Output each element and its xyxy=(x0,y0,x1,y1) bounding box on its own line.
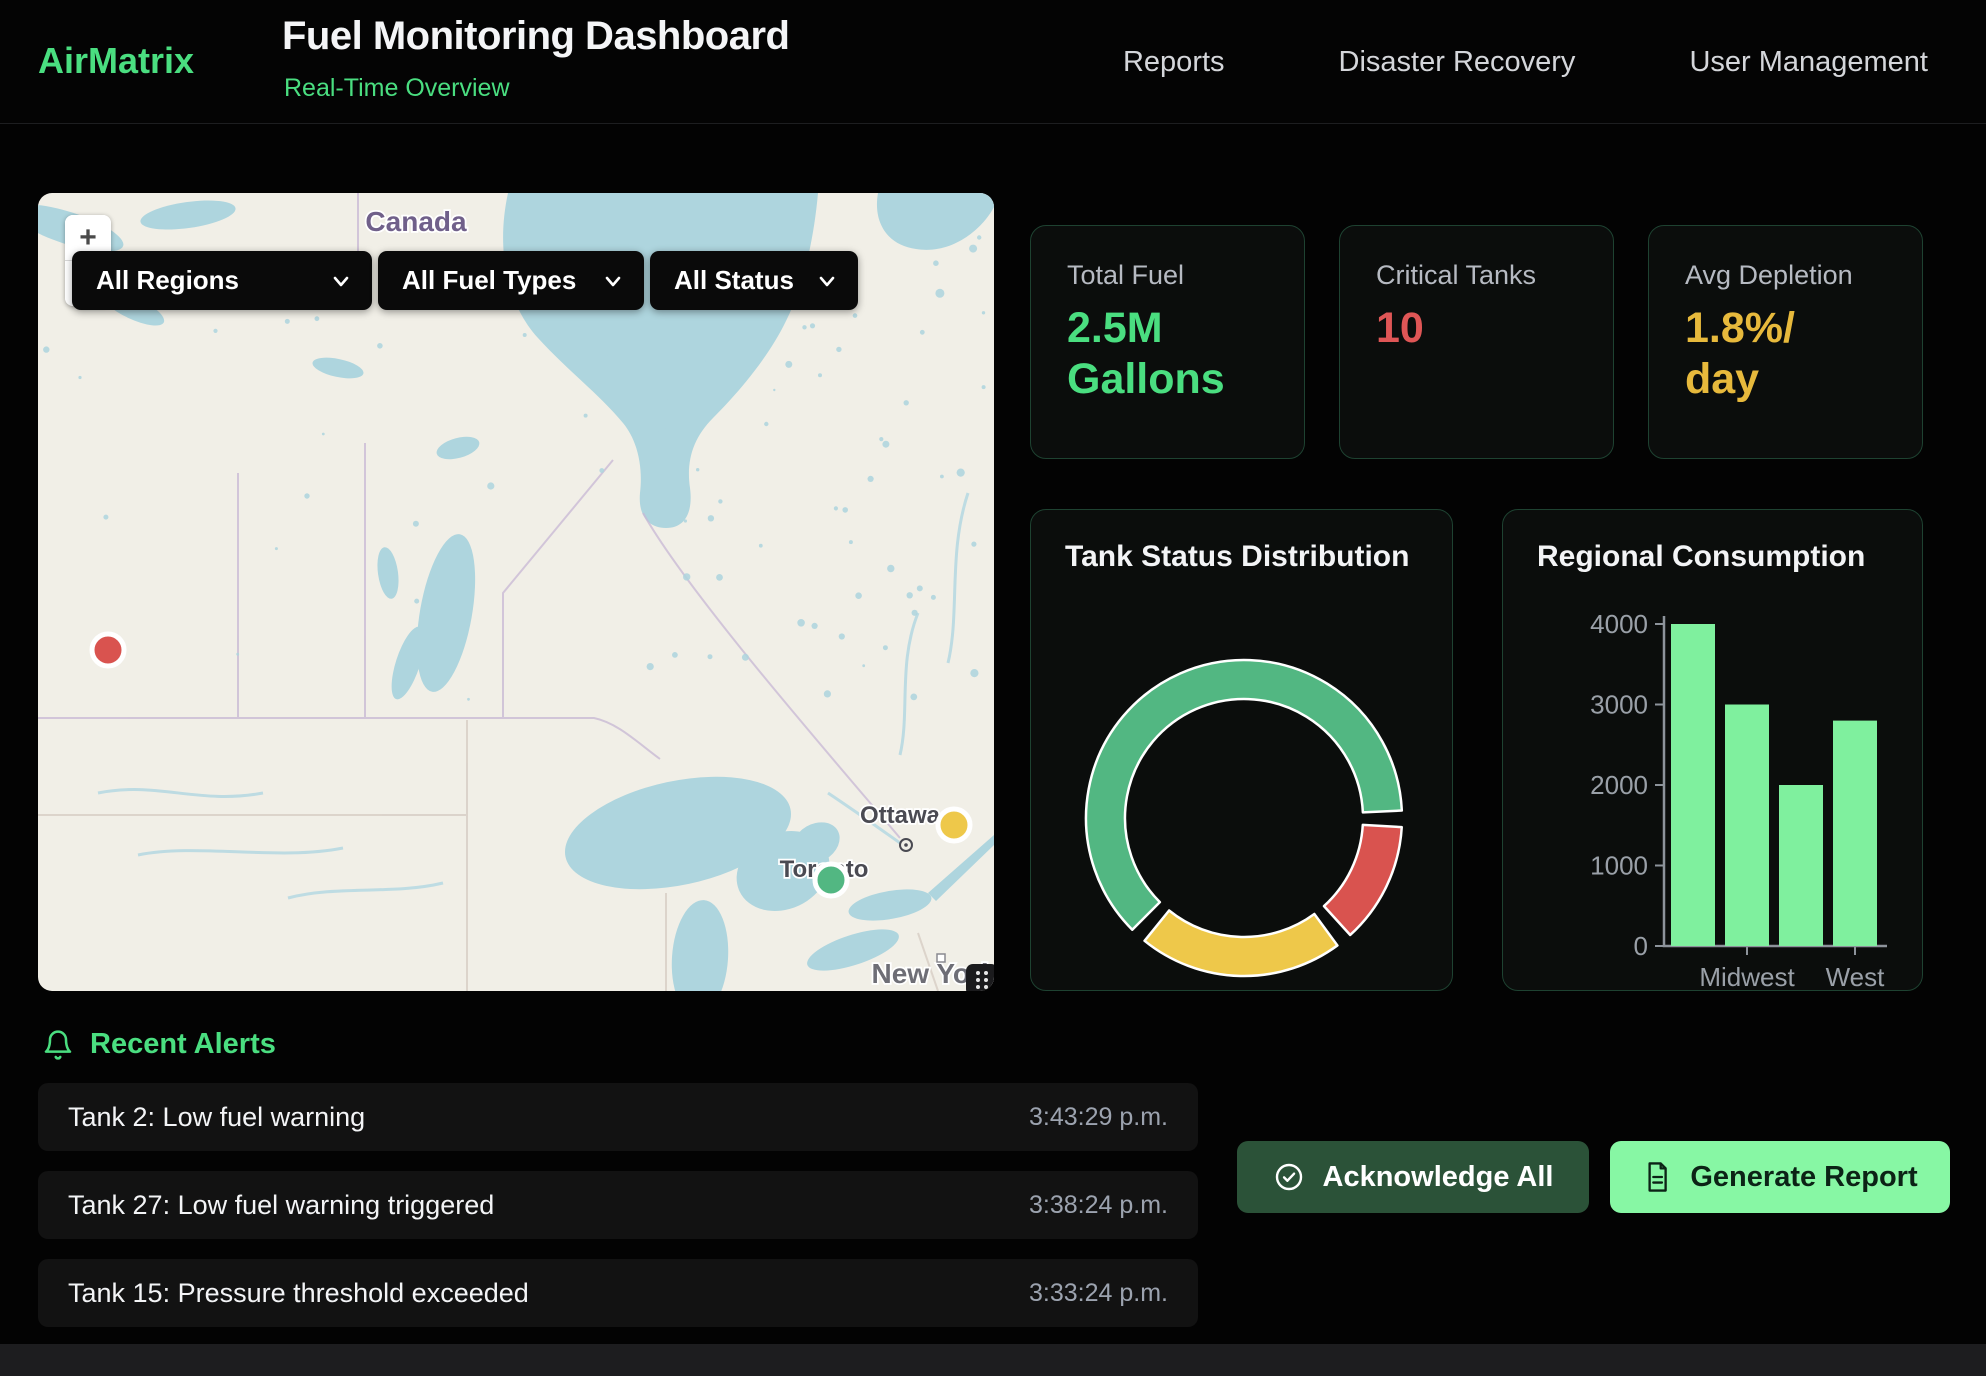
donut-segment-critical xyxy=(1324,825,1402,935)
bell-icon xyxy=(42,1029,74,1061)
kpi-value: 2.5MGallons xyxy=(1067,303,1268,404)
header: AirMatrix Fuel Monitoring Dashboard Real… xyxy=(0,0,1986,124)
app-logo[interactable]: AirMatrix xyxy=(38,40,194,82)
svg-text:4000: 4000 xyxy=(1590,609,1648,639)
kpi-label: Avg Depletion xyxy=(1685,260,1886,291)
svg-text:Midwest: Midwest xyxy=(1699,962,1795,991)
nav-user-management[interactable]: User Management xyxy=(1689,46,1928,79)
regional-consumption-panel: Regional Consumption 0 1000 2000 3000 4000 Mi… xyxy=(1502,509,1923,991)
nav-reports[interactable]: Reports xyxy=(1123,46,1225,79)
town-square-icon xyxy=(937,954,945,962)
acknowledge-all-button[interactable]: Acknowledge All xyxy=(1237,1141,1589,1213)
kpi-total-fuel: Total Fuel 2.5MGallons xyxy=(1030,225,1305,459)
kpi-label: Critical Tanks xyxy=(1376,260,1577,291)
kpi-value: 1.8%/day xyxy=(1685,303,1886,404)
svg-text:3000: 3000 xyxy=(1590,690,1648,720)
drag-dots-icon xyxy=(972,968,992,991)
filter-all-status-label: All Status xyxy=(674,265,794,296)
alert-text: Tank 2: Low fuel warning xyxy=(68,1102,365,1133)
chevron-down-icon xyxy=(816,270,838,292)
map-resize-handle[interactable] xyxy=(966,964,994,991)
alert-time: 3:33:24 p.m. xyxy=(1029,1279,1168,1308)
map-label: Ottawa xyxy=(860,802,941,829)
kpi-value: 10 xyxy=(1376,303,1577,354)
alert-text: Tank 27: Low fuel warning triggered xyxy=(68,1190,494,1221)
nav-disaster-recovery[interactable]: Disaster Recovery xyxy=(1339,46,1576,79)
recent-alerts-title: Recent Alerts xyxy=(90,1028,276,1061)
svg-text:2000: 2000 xyxy=(1590,770,1648,800)
generate-report-button[interactable]: Generate Report xyxy=(1610,1141,1950,1213)
kpi-critical-tanks: Critical Tanks 10 xyxy=(1339,225,1614,459)
tank-status-distribution-panel: Tank Status Distribution xyxy=(1030,509,1453,991)
svg-text:West: West xyxy=(1826,962,1886,991)
chevron-down-icon xyxy=(602,270,624,292)
filter-all-fuel-types-label: All Fuel Types xyxy=(402,265,576,296)
document-icon xyxy=(1642,1161,1672,1193)
map-panel[interactable]: CanadaOttawaTorontoNew York + − All Regi… xyxy=(38,193,994,991)
check-circle-icon xyxy=(1273,1161,1305,1193)
page-subtitle: Real-Time Overview xyxy=(284,74,510,103)
alert-row[interactable]: Tank 15: Pressure threshold exceeded 3:3… xyxy=(38,1259,1198,1327)
tank-marker-critical[interactable] xyxy=(92,634,124,666)
kpi-avg-depletion: Avg Depletion 1.8%/day xyxy=(1648,225,1923,459)
bar-1 xyxy=(1725,705,1769,947)
chevron-down-icon xyxy=(330,270,352,292)
filter-all-regions[interactable]: All Regions xyxy=(72,251,372,310)
map-label: Canada xyxy=(365,206,467,237)
svg-text:1000: 1000 xyxy=(1590,851,1648,881)
donut-segment-warning xyxy=(1145,910,1338,976)
filter-all-fuel-types[interactable]: All Fuel Types xyxy=(378,251,644,310)
acknowledge-all-label: Acknowledge All xyxy=(1323,1161,1554,1194)
alert-time: 3:43:29 p.m. xyxy=(1029,1103,1168,1132)
alert-text: Tank 15: Pressure threshold exceeded xyxy=(68,1278,529,1309)
bar-0 xyxy=(1671,624,1715,946)
main-nav: Reports Disaster Recovery User Managemen… xyxy=(1123,0,1928,124)
alert-row[interactable]: Tank 2: Low fuel warning 3:43:29 p.m. xyxy=(38,1083,1198,1151)
map-filter-bar: All Regions All Fuel Types All Status xyxy=(72,251,858,310)
page-title: Fuel Monitoring Dashboard xyxy=(282,14,789,59)
chart-title: Tank Status Distribution xyxy=(1065,540,1409,574)
alert-time: 3:38:24 p.m. xyxy=(1029,1191,1168,1220)
filter-all-regions-label: All Regions xyxy=(96,265,239,296)
footer-bar xyxy=(0,1344,1986,1376)
generate-report-label: Generate Report xyxy=(1690,1161,1917,1194)
filter-all-status[interactable]: All Status xyxy=(650,251,858,310)
bar-3 xyxy=(1833,721,1877,946)
map-canvas[interactable]: CanadaOttawaTorontoNew York xyxy=(38,193,994,991)
tank-marker-normal[interactable] xyxy=(815,864,847,896)
svg-text:0: 0 xyxy=(1634,931,1648,961)
recent-alerts-header: Recent Alerts xyxy=(42,1028,276,1061)
bar-chart: 0 1000 2000 3000 4000 Midwest West xyxy=(1503,510,1923,991)
kpi-label: Total Fuel xyxy=(1067,260,1268,291)
tank-marker-warning[interactable] xyxy=(938,809,970,841)
alert-row[interactable]: Tank 27: Low fuel warning triggered 3:38… xyxy=(38,1171,1198,1239)
bar-2 xyxy=(1779,785,1823,946)
donut-chart xyxy=(1031,510,1453,991)
chart-title: Regional Consumption xyxy=(1537,540,1865,574)
